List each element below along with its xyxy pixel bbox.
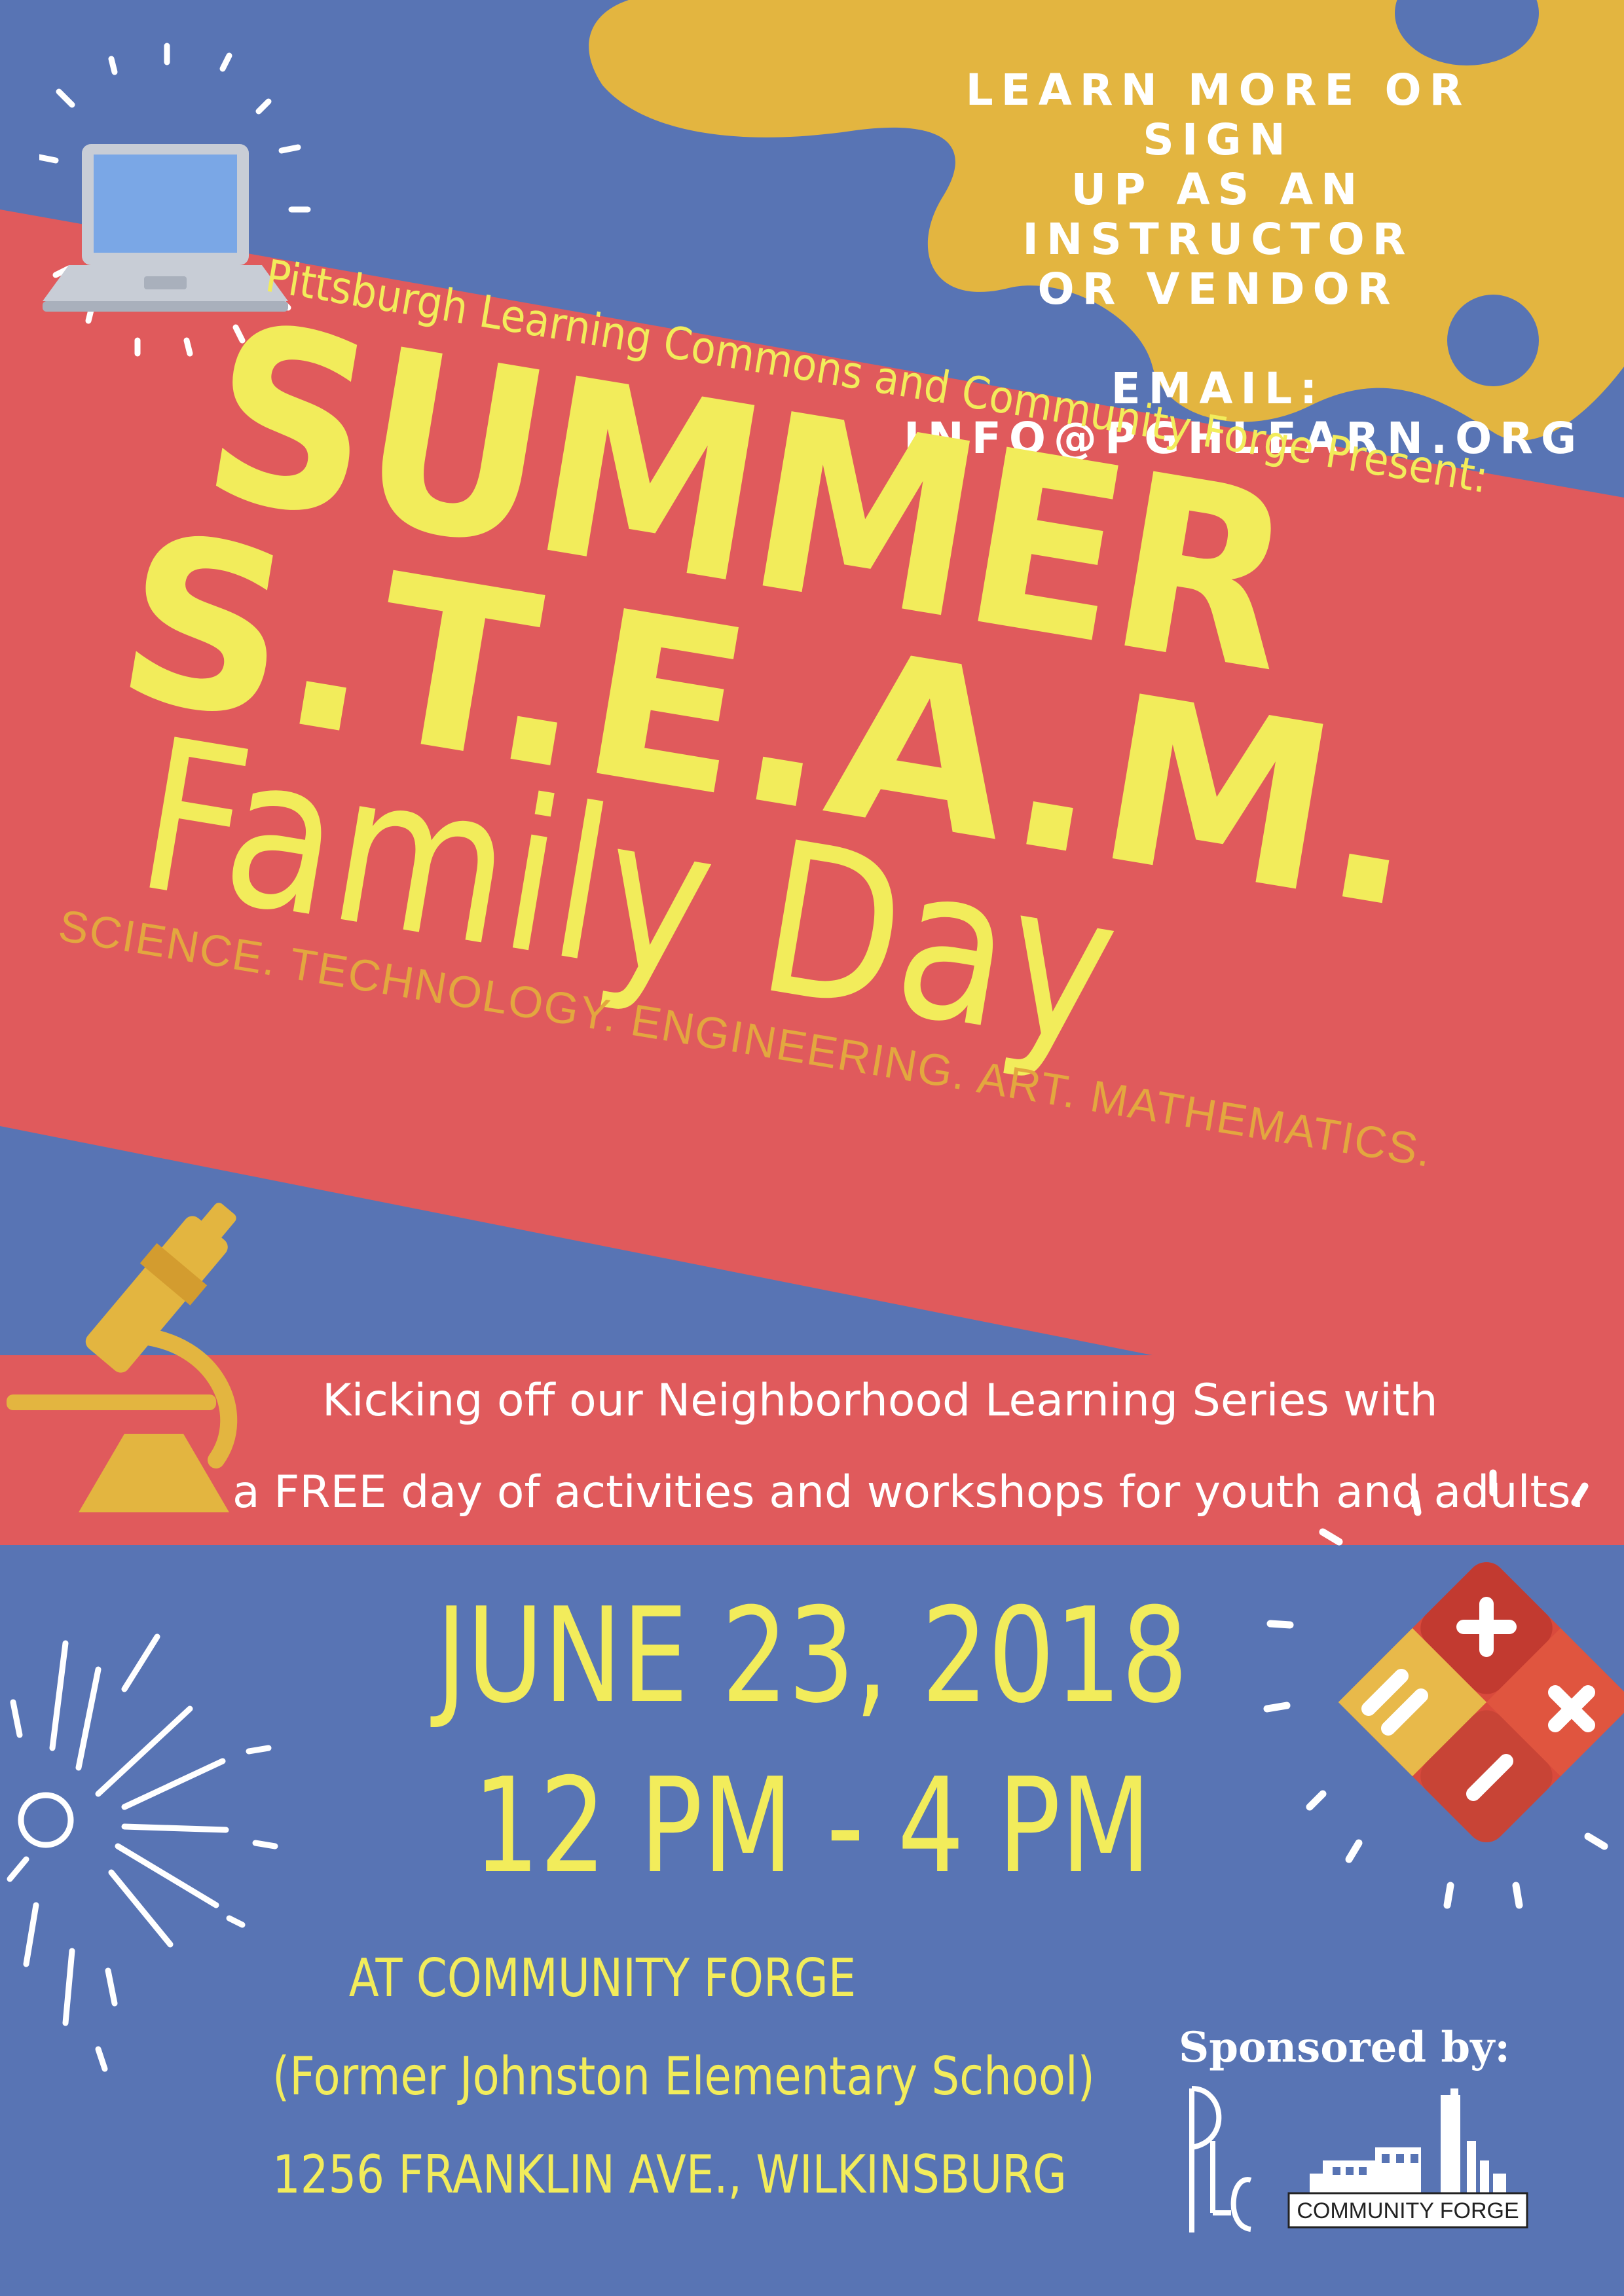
event-time: 12 PM - 4 PM [473, 1750, 1151, 1903]
contact-line-1: LEARN MORE OR SIGN [965, 65, 1471, 165]
venue-note: (Former Johnston Elementary School) [272, 2046, 1095, 2107]
venue-name: AT COMMUNITY FORGE [348, 1948, 857, 2009]
community-forge-logo-text: COMMUNITY FORGE [1297, 2198, 1519, 2223]
plc-logo [1179, 2082, 1257, 2239]
event-date: JUNE 23, 2018 [435, 1580, 1189, 1732]
sponsored-label: Sponsored by: [1179, 2023, 1510, 2072]
poster: LEARN MORE OR SIGN UP AS AN INSTRUCTOR O… [0, 0, 1624, 2296]
community-forge-logo: COMMUNITY FORGE [1283, 2088, 1532, 2232]
venue-address: 1256 FRANKLIN AVE., WILKINSBURG [272, 2144, 1067, 2205]
description-line-1: Kicking off our Neighborhood Learning Se… [322, 1375, 1438, 1427]
